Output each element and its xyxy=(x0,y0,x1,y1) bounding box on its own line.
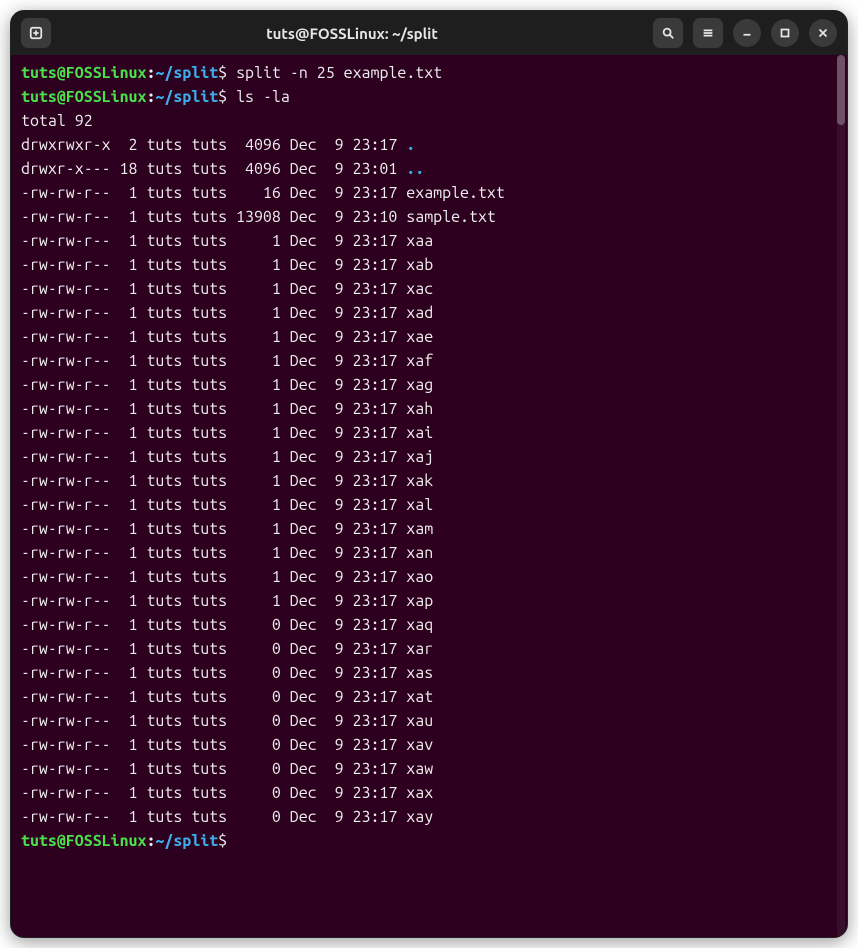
list-item: -rw-rw-r-- 1 tuts tuts 0 Dec 9 23:17 xar xyxy=(21,637,837,661)
menu-button[interactable] xyxy=(693,18,723,48)
terminal-window: tuts@FOSSLinux: ~/split tuts@FOSSLinux:~… xyxy=(10,10,848,938)
list-item: -rw-rw-r-- 1 tuts tuts 1 Dec 9 23:17 xac xyxy=(21,277,837,301)
list-item: -rw-rw-r-- 1 tuts tuts 1 Dec 9 23:17 xab xyxy=(21,253,837,277)
list-item: -rw-rw-r-- 1 tuts tuts 1 Dec 9 23:17 xao xyxy=(21,565,837,589)
prompt-line: tuts@FOSSLinux:~/split$ split -n 25 exam… xyxy=(21,61,837,85)
command-text: ls -la xyxy=(236,88,290,106)
list-item: -rw-rw-r-- 1 tuts tuts 1 Dec 9 23:17 xap xyxy=(21,589,837,613)
list-item: -rw-rw-r-- 1 tuts tuts 1 Dec 9 23:17 xae xyxy=(21,325,837,349)
list-item: -rw-rw-r-- 1 tuts tuts 0 Dec 9 23:17 xav xyxy=(21,733,837,757)
list-item: -rw-rw-r-- 1 tuts tuts 13908 Dec 9 23:10… xyxy=(21,205,837,229)
list-item: -rw-rw-r-- 1 tuts tuts 0 Dec 9 23:17 xax xyxy=(21,781,837,805)
list-item: -rw-rw-r-- 1 tuts tuts 1 Dec 9 23:17 xaj xyxy=(21,445,837,469)
window-title: tuts@FOSSLinux: ~/split xyxy=(59,25,645,42)
list-item: -rw-rw-r-- 1 tuts tuts 0 Dec 9 23:17 xay xyxy=(21,805,837,829)
list-item: -rw-rw-r-- 1 tuts tuts 1 Dec 9 23:17 xak xyxy=(21,469,837,493)
list-item: -rw-rw-r-- 1 tuts tuts 0 Dec 9 23:17 xas xyxy=(21,661,837,685)
list-item: -rw-rw-r-- 1 tuts tuts 16 Dec 9 23:17 ex… xyxy=(21,181,837,205)
list-item: -rw-rw-r-- 1 tuts tuts 1 Dec 9 23:17 xah xyxy=(21,397,837,421)
search-button[interactable] xyxy=(653,18,683,48)
minimize-button[interactable] xyxy=(733,19,761,47)
list-item: -rw-rw-r-- 1 tuts tuts 1 Dec 9 23:17 xal xyxy=(21,493,837,517)
list-item: drwxr-x--- 18 tuts tuts 4096 Dec 9 23:01… xyxy=(21,157,837,181)
list-item: -rw-rw-r-- 1 tuts tuts 1 Dec 9 23:17 xaa xyxy=(21,229,837,253)
terminal-body[interactable]: tuts@FOSSLinux:~/split$ split -n 25 exam… xyxy=(11,55,847,937)
list-item: -rw-rw-r-- 1 tuts tuts 0 Dec 9 23:17 xat xyxy=(21,685,837,709)
list-item: -rw-rw-r-- 1 tuts tuts 0 Dec 9 23:17 xau xyxy=(21,709,837,733)
total-line: total 92 xyxy=(21,109,837,133)
list-item: -rw-rw-r-- 1 tuts tuts 1 Dec 9 23:17 xag xyxy=(21,373,837,397)
list-item: -rw-rw-r-- 1 tuts tuts 1 Dec 9 23:17 xai xyxy=(21,421,837,445)
prompt-line[interactable]: tuts@FOSSLinux:~/split$ xyxy=(21,829,837,853)
scrollbar[interactable] xyxy=(837,55,845,937)
list-item: -rw-rw-r-- 1 tuts tuts 1 Dec 9 23:17 xan xyxy=(21,541,837,565)
command-text: split -n 25 example.txt xyxy=(236,64,442,82)
list-item: drwxrwxr-x 2 tuts tuts 4096 Dec 9 23:17 … xyxy=(21,133,837,157)
list-item: -rw-rw-r-- 1 tuts tuts 1 Dec 9 23:17 xaf xyxy=(21,349,837,373)
prompt-line: tuts@FOSSLinux:~/split$ ls -la xyxy=(21,85,837,109)
list-item: -rw-rw-r-- 1 tuts tuts 0 Dec 9 23:17 xaq xyxy=(21,613,837,637)
scrollbar-thumb[interactable] xyxy=(837,55,845,125)
maximize-button[interactable] xyxy=(771,19,799,47)
titlebar: tuts@FOSSLinux: ~/split xyxy=(11,11,847,55)
new-tab-button[interactable] xyxy=(21,18,51,48)
list-item: -rw-rw-r-- 1 tuts tuts 1 Dec 9 23:17 xam xyxy=(21,517,837,541)
close-button[interactable] xyxy=(809,19,837,47)
list-item: -rw-rw-r-- 1 tuts tuts 1 Dec 9 23:17 xad xyxy=(21,301,837,325)
list-item: -rw-rw-r-- 1 tuts tuts 0 Dec 9 23:17 xaw xyxy=(21,757,837,781)
